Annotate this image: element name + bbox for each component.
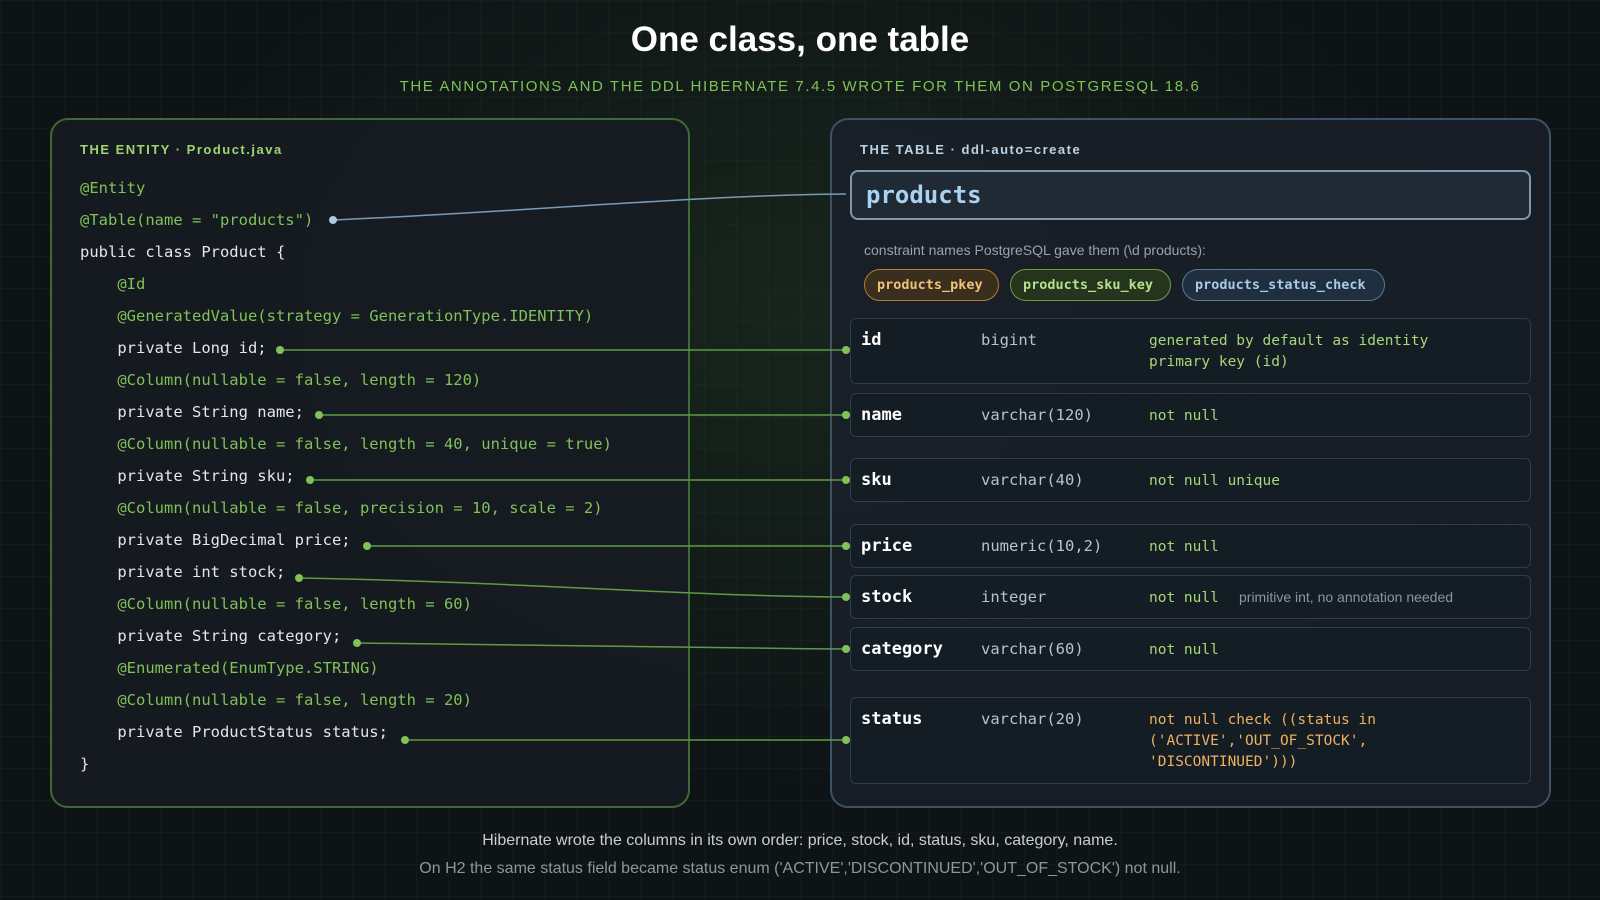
link-category	[356, 642, 847, 650]
link-dot	[363, 542, 371, 550]
link-dot	[842, 346, 850, 354]
footer-note-h2: On H2 the same status field became statu…	[419, 860, 1181, 877]
connector-lines	[276, 193, 850, 744]
link-dot	[842, 645, 850, 653]
link-dot	[842, 542, 850, 550]
link-dot	[315, 411, 323, 419]
link-dot	[842, 411, 850, 419]
link-dot	[295, 574, 303, 582]
link-dot	[842, 476, 850, 484]
link-dot	[842, 736, 850, 744]
link-dot	[842, 593, 850, 601]
link-dot	[276, 346, 284, 354]
link-dot	[353, 639, 361, 647]
link-table-annotation	[332, 193, 847, 221]
link-dot	[401, 736, 409, 744]
link-dot	[306, 476, 314, 484]
link-dot	[329, 216, 337, 224]
link-stock	[298, 577, 847, 598]
footer-note-order: Hibernate wrote the columns in its own o…	[482, 832, 1118, 849]
